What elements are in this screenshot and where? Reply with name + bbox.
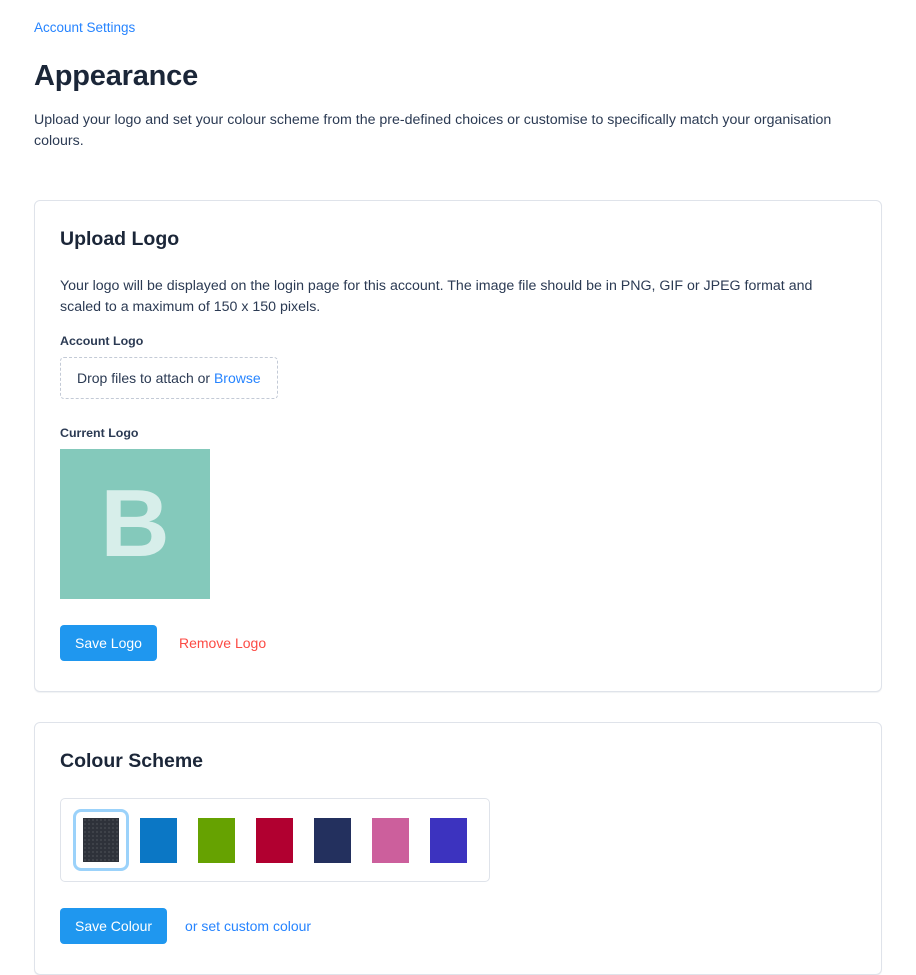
colour-swatch-group[interactable]	[60, 798, 490, 882]
colour-swatch-fill-green	[197, 817, 235, 863]
colour-scheme-title: Colour Scheme	[60, 750, 204, 772]
colour-swatch-green[interactable]	[187, 809, 245, 871]
colour-swatch-fill-charcoal	[83, 818, 119, 862]
upload-logo-card: Upload Logo Your logo will be displayed …	[34, 200, 882, 692]
breadcrumb-link-account-settings[interactable]: Account Settings	[34, 20, 135, 35]
remove-logo-link[interactable]: Remove Logo	[179, 634, 266, 652]
upload-logo-actions: Save Logo Remove Logo	[60, 625, 856, 661]
current-logo-preview: B	[60, 449, 210, 599]
colour-swatch-navy[interactable]	[303, 809, 361, 871]
colour-swatch-crimson[interactable]	[245, 809, 303, 871]
page-title: Appearance	[34, 60, 199, 92]
colour-swatch-fill-blue	[139, 817, 177, 863]
set-custom-colour-link[interactable]: or set custom colour	[185, 917, 311, 935]
save-colour-button[interactable]: Save Colour	[60, 908, 168, 944]
colour-swatch-fill-crimson	[255, 817, 293, 863]
upload-logo-title: Upload Logo	[60, 228, 180, 250]
colour-scheme-actions: Save Colour or set custom colour	[60, 908, 856, 944]
colour-swatch-fill-navy	[313, 817, 351, 863]
page-description: Upload your logo and set your colour sch…	[34, 112, 832, 149]
account-logo-label: Account Logo	[60, 334, 144, 348]
breadcrumb: Account Settings	[34, 0, 882, 36]
colour-swatch-fill-purple	[429, 817, 467, 863]
colour-swatch-pink[interactable]	[361, 809, 419, 871]
browse-link[interactable]: Browse	[214, 370, 261, 386]
logo-dropzone[interactable]: Drop files to attach or Browse	[60, 357, 278, 399]
dropzone-text: Drop files to attach or	[77, 370, 211, 386]
colour-swatch-charcoal[interactable]	[73, 809, 129, 871]
colour-swatch-fill-pink	[371, 817, 409, 863]
upload-logo-description: Your logo will be displayed on the login…	[60, 278, 813, 315]
appearance-settings-page: Account Settings Appearance Upload your …	[0, 0, 916, 975]
logo-glyph: B	[100, 470, 170, 577]
colour-scheme-card: Colour Scheme Save Colour or set custom …	[34, 722, 882, 975]
save-logo-button[interactable]: Save Logo	[60, 625, 157, 661]
colour-swatch-blue[interactable]	[129, 809, 187, 871]
current-logo-label: Current Logo	[60, 426, 139, 440]
colour-swatch-purple[interactable]	[419, 809, 477, 871]
